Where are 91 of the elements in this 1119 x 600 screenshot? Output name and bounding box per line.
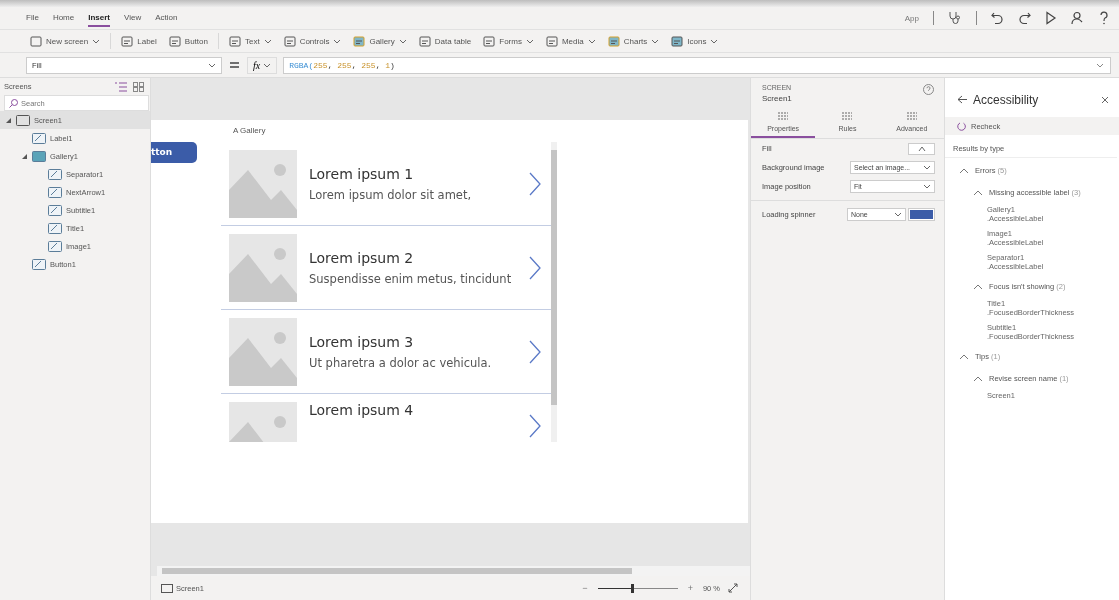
- control-icon: [228, 35, 241, 47]
- control-icon: [545, 35, 558, 47]
- menu-tab[interactable]: File: [26, 9, 39, 27]
- color-picker[interactable]: [908, 208, 935, 221]
- chevron-right-icon[interactable]: [529, 339, 541, 364]
- zoom-out-button[interactable]: −: [580, 583, 590, 593]
- toolbar-button[interactable]: Gallery: [349, 33, 411, 49]
- help-icon[interactable]: [1099, 11, 1109, 25]
- formula-input[interactable]: RGBA(255, 255, 255, 1): [283, 56, 1111, 74]
- caret-icon: [263, 62, 272, 68]
- stethoscope-icon[interactable]: [948, 11, 962, 25]
- chevron-icon[interactable]: [959, 353, 969, 360]
- back-arrow-icon[interactable]: [957, 95, 967, 104]
- control-icon: [121, 35, 134, 47]
- redo-icon[interactable]: [1018, 11, 1031, 25]
- screen-icon: [16, 114, 30, 126]
- color-picker[interactable]: [908, 142, 935, 155]
- item-subtitle: Lorem ipsum dolor sit amet,: [309, 187, 473, 202]
- control-icon: [671, 35, 684, 47]
- refresh-icon: [957, 121, 966, 131]
- toolbar-button[interactable]: Charts: [603, 33, 664, 49]
- user-icon[interactable]: [1071, 11, 1085, 25]
- toolbar-button[interactable]: Media: [541, 33, 600, 49]
- control-icon: [418, 35, 431, 47]
- play-icon[interactable]: [1045, 11, 1057, 25]
- control-icon: [607, 35, 620, 47]
- menu-tab[interactable]: Home: [52, 9, 75, 27]
- app-label[interactable]: App: [904, 13, 919, 23]
- menu-tab[interactable]: Insert: [88, 9, 111, 27]
- undo-icon[interactable]: [991, 11, 1004, 25]
- search-icon: [9, 99, 18, 108]
- toolbar-button[interactable]: Icons: [667, 33, 723, 49]
- control-icon: [48, 168, 62, 180]
- chevron-icon[interactable]: [959, 167, 969, 174]
- control-icon: [48, 186, 62, 198]
- expand-triangle-icon[interactable]: [6, 117, 11, 123]
- control-icon: [32, 132, 46, 144]
- image-placeholder: [229, 149, 297, 218]
- caret-icon: [923, 165, 931, 170]
- item-title: Lorem ipsum 1: [309, 165, 415, 182]
- caret-icon[interactable]: [1096, 62, 1104, 68]
- menu-tab[interactable]: View: [124, 9, 142, 27]
- control-icon: [283, 35, 296, 47]
- caret-icon: [208, 62, 216, 68]
- item-subtitle: Ut pharetra a dolor ac vehicula.: [309, 355, 493, 370]
- item-title: Lorem ipsum 3: [309, 333, 415, 350]
- control-icon: [48, 240, 62, 252]
- equals-icon: [230, 62, 239, 68]
- image-placeholder: [229, 233, 297, 302]
- toolbar-button[interactable]: New screen: [26, 33, 105, 49]
- horizontal-scrollbar[interactable]: [157, 566, 750, 576]
- scrollbar[interactable]: [551, 142, 557, 442]
- control-icon: [30, 35, 42, 47]
- gallery-label: A Gallery: [232, 125, 267, 137]
- control-icon: [483, 35, 496, 47]
- close-icon[interactable]: [1101, 95, 1109, 104]
- item-subtitle: Suspendisse enim metus, tincidunt: [309, 271, 513, 286]
- toolbar-button[interactable]: Forms: [479, 33, 538, 49]
- panel-title: Accessibility: [973, 92, 1039, 107]
- menu-tab[interactable]: Action: [155, 9, 178, 27]
- gallery-icon: [32, 150, 46, 162]
- caret-icon: [894, 212, 902, 217]
- screen-icon: [161, 583, 173, 593]
- control-icon: [48, 222, 62, 234]
- app-button[interactable]: tton: [151, 141, 197, 163]
- function-button[interactable]: fx: [247, 56, 278, 74]
- expand-icon[interactable]: [728, 583, 738, 593]
- grid-view-icon[interactable]: [133, 81, 144, 92]
- toolbar-button[interactable]: Button: [164, 33, 212, 49]
- toolbar-button[interactable]: Data table: [414, 33, 476, 49]
- chevron-right-icon[interactable]: [529, 171, 541, 196]
- image-placeholder: [229, 317, 297, 386]
- chevron-icon[interactable]: [973, 283, 983, 290]
- item-title: Lorem ipsum 4: [309, 402, 415, 418]
- chevron-right-icon[interactable]: [529, 255, 541, 280]
- control-icon: [32, 258, 46, 270]
- control-icon: [168, 35, 181, 47]
- toolbar-button[interactable]: Label: [117, 33, 161, 49]
- control-icon: [48, 204, 62, 216]
- control-icon: [353, 35, 366, 47]
- chevron-icon[interactable]: [973, 189, 983, 196]
- toolbar-button[interactable]: Controls: [279, 33, 346, 49]
- chevron-right-icon[interactable]: [529, 414, 541, 438]
- toolbar-button[interactable]: Text: [224, 33, 276, 49]
- expand-triangle-icon[interactable]: [22, 153, 27, 159]
- caret-icon: [923, 184, 931, 189]
- chevron-icon[interactable]: [973, 375, 983, 382]
- item-title: Lorem ipsum 2: [309, 249, 415, 266]
- caret-icon: [917, 145, 926, 152]
- control-name: Screen1: [762, 94, 792, 103]
- zoom-in-button[interactable]: +: [685, 583, 695, 593]
